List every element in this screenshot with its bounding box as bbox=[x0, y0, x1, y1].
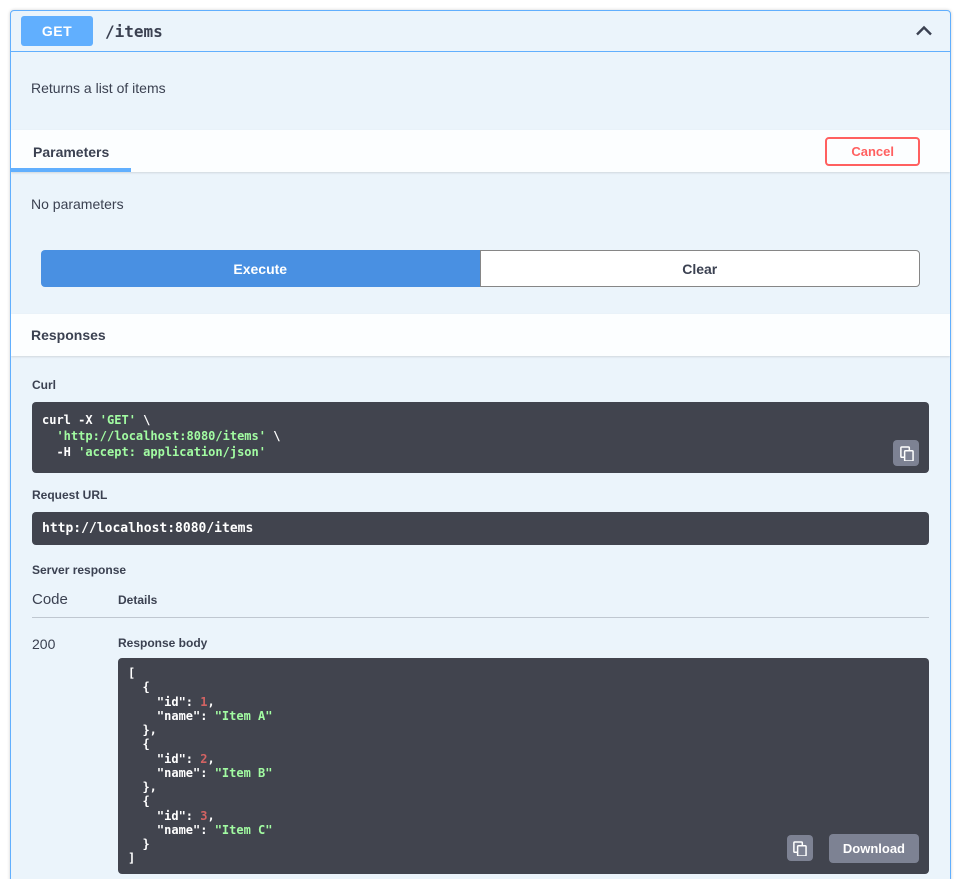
server-response-label: Server response bbox=[32, 563, 929, 577]
status-code: 200 bbox=[32, 636, 118, 874]
response-body-label: Response body bbox=[118, 636, 929, 650]
curl-code: curl -X 'GET' \ 'http://localhost:8080/i… bbox=[42, 412, 919, 461]
execute-button[interactable]: Execute bbox=[41, 250, 480, 287]
tab-parameters: Parameters bbox=[11, 130, 131, 172]
no-parameters-text: No parameters bbox=[11, 172, 950, 250]
operation-block-get-items: GET /items Returns a list of items Param… bbox=[10, 10, 951, 879]
endpoint-path: /items bbox=[105, 22, 163, 41]
curl-command-block: curl -X 'GET' \ 'http://localhost:8080/i… bbox=[32, 402, 929, 473]
response-details-cell: Response body [ { "id": 1, "name": "Item… bbox=[118, 636, 929, 874]
details-column-header: Details bbox=[118, 593, 929, 607]
copy-curl-button[interactable] bbox=[893, 440, 919, 466]
request-url-value: http://localhost:8080/items bbox=[32, 512, 929, 545]
code-column-header: Code bbox=[32, 591, 118, 608]
response-body-block: [ { "id": 1, "name": "Item A" }, { "id":… bbox=[118, 658, 929, 874]
http-method-badge: GET bbox=[21, 16, 93, 46]
cancel-button[interactable]: Cancel bbox=[825, 137, 920, 166]
chevron-up-icon bbox=[914, 21, 934, 41]
copy-response-button[interactable] bbox=[787, 835, 813, 861]
responses-section-header: Responses bbox=[11, 314, 950, 356]
server-response-table: Code Details 200 Response body [ { "id":… bbox=[32, 591, 929, 874]
curl-label: Curl bbox=[32, 378, 929, 392]
clipboard-icon bbox=[899, 446, 914, 461]
operation-summary[interactable]: GET /items bbox=[11, 11, 950, 52]
responses-content: Curl curl -X 'GET' \ 'http://localhost:8… bbox=[11, 356, 950, 879]
execute-wrapper: Execute Clear bbox=[11, 250, 950, 314]
response-table-header: Code Details bbox=[32, 591, 929, 618]
response-body-controls: Download bbox=[787, 834, 919, 863]
responses-title: Responses bbox=[31, 327, 106, 343]
clear-button[interactable]: Clear bbox=[480, 250, 921, 287]
request-url-label: Request URL bbox=[32, 488, 929, 502]
parameters-title: Parameters bbox=[33, 144, 109, 160]
response-row: 200 Response body [ { "id": 1, "name": "… bbox=[32, 618, 929, 874]
operation-description: Returns a list of items bbox=[11, 52, 950, 130]
clipboard-icon bbox=[792, 841, 807, 856]
download-button[interactable]: Download bbox=[829, 834, 919, 863]
parameters-section-header: Parameters Cancel bbox=[11, 130, 950, 172]
collapse-button[interactable] bbox=[912, 17, 936, 45]
